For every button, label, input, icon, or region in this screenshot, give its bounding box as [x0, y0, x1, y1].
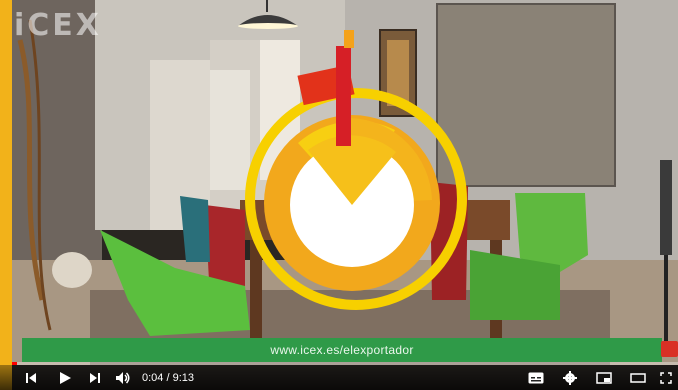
subtitles-button[interactable] [524, 372, 548, 384]
url-banner: www.icex.es/elexportador [22, 338, 662, 362]
next-button[interactable] [84, 372, 106, 384]
settings-button[interactable] [558, 370, 582, 385]
theater-mode-icon [630, 372, 646, 383]
miniplayer-icon [596, 371, 612, 384]
icex-watermark-logo: iCEX [14, 8, 102, 43]
volume-button[interactable] [110, 371, 136, 385]
video-player[interactable]: iCEX www.icex.es/elexportador 0:04 / 9:1… [0, 0, 678, 390]
theater-mode-button[interactable] [626, 372, 650, 384]
gear-icon [563, 370, 577, 385]
play-button[interactable] [50, 371, 80, 385]
fullscreen-icon [660, 371, 672, 384]
miniplayer-button[interactable] [592, 371, 616, 384]
next-icon [90, 372, 100, 383]
player-controls: 0:04 / 9:13 [0, 365, 678, 390]
volume-icon [116, 371, 130, 384]
play-icon [60, 371, 71, 384]
previous-icon [26, 372, 36, 383]
fullscreen-button[interactable] [656, 371, 676, 384]
time-display: 0:04 / 9:13 [142, 371, 194, 384]
previous-button[interactable] [20, 372, 42, 384]
subscribe-badge [661, 341, 678, 357]
video-frame [0, 0, 678, 390]
subtitles-icon [528, 372, 544, 383]
